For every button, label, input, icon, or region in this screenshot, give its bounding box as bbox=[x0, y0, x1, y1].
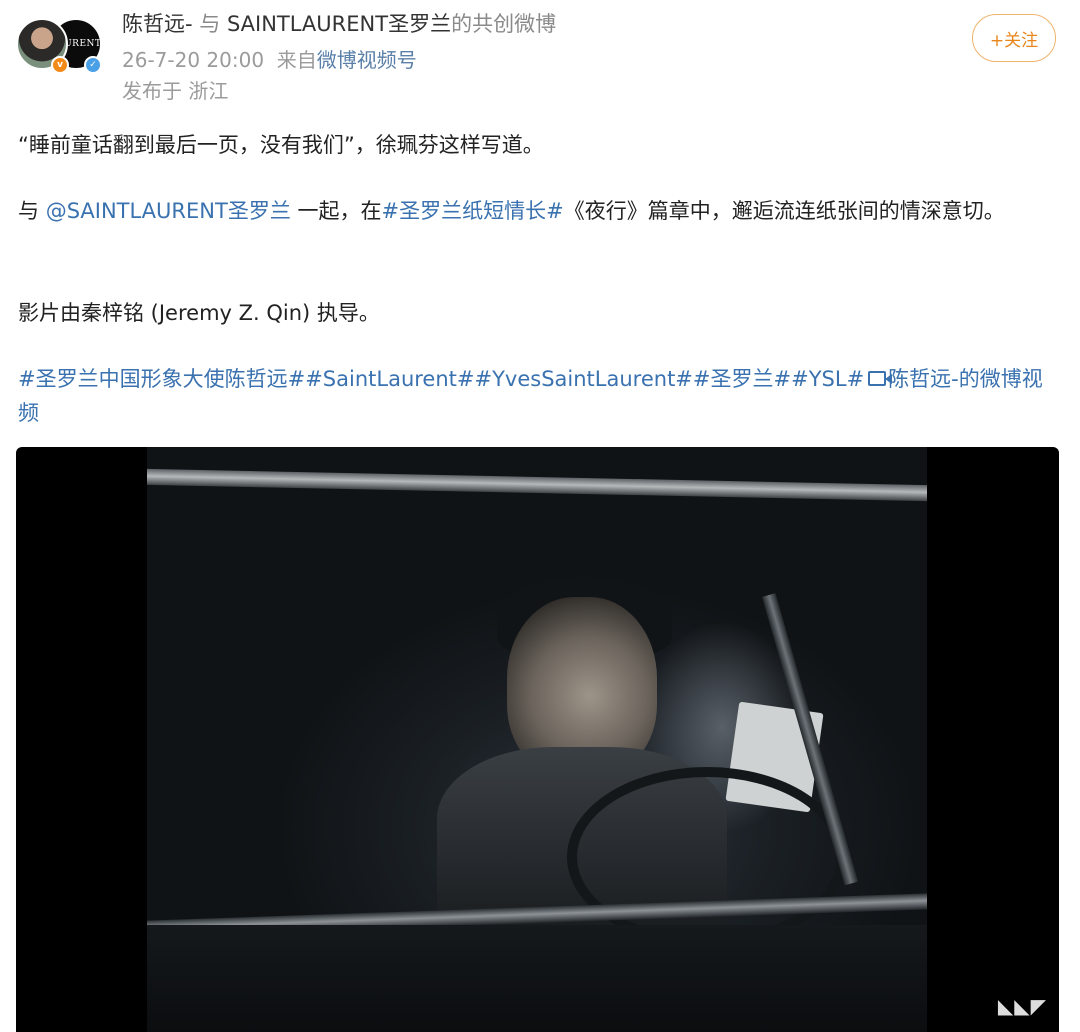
co-suffix: 的共创微博 bbox=[451, 12, 557, 36]
car-roof-trim bbox=[147, 468, 927, 502]
post-paragraph-4: #圣罗兰中国形象大使陈哲远##SaintLaurent##YvesSaintLa… bbox=[18, 362, 1062, 430]
hashtag-link[interactable]: #圣罗兰# bbox=[693, 367, 791, 391]
post-timestamp[interactable]: 26-7-20 20:00 bbox=[122, 48, 264, 72]
video-frame bbox=[147, 447, 927, 1032]
video-player[interactable]: ◣◣◤ bbox=[16, 447, 1059, 1032]
post-paragraph-3: 影片由秦梓铭 (Jeremy Z. Qin) 执导。 bbox=[18, 301, 380, 325]
p2-suffix: 《夜行》篇章中，邂逅流连纸张间的情深意切。 bbox=[563, 199, 1005, 223]
hashtag-link[interactable]: #圣罗兰纸短情长# bbox=[382, 199, 564, 223]
verified-badge-icon: v bbox=[51, 56, 69, 74]
verified-badge-icon: ✓ bbox=[84, 56, 102, 74]
co-author-name[interactable]: SAINTLAURENT圣罗兰 bbox=[227, 12, 451, 36]
post-header: LAURENT v ✓ 陈哲远- 与 SAINTLAURENT圣罗兰的共创微博 … bbox=[0, 0, 1080, 120]
post-meta: 26-7-20 20:00 来自微博视频号 bbox=[122, 46, 417, 74]
p2-mid: 一起，在 bbox=[290, 199, 382, 223]
post-paragraph-2: 与 @SAINTLAURENT圣罗兰 一起，在#圣罗兰纸短情长#《夜行》篇章中，… bbox=[18, 194, 1005, 228]
watermark-icon: ◣◣◤ bbox=[997, 994, 1047, 1018]
post-paragraph-1: “睡前童话翻到最后一页，没有我们”，徐珮芬这样写道。 bbox=[18, 133, 544, 157]
co-author-brand-cn: 圣罗兰 bbox=[388, 12, 452, 36]
post-location: 发布于 浙江 bbox=[122, 79, 229, 103]
hashtag-link[interactable]: #YvesSaintLaurent# bbox=[475, 367, 693, 391]
hashtag-link[interactable]: #YSL# bbox=[791, 367, 864, 391]
co-prefix: 与 bbox=[192, 12, 227, 36]
hashtag-link[interactable]: #SaintLaurent# bbox=[305, 367, 474, 391]
p2-prefix: 与 bbox=[18, 199, 46, 223]
video-camera-icon bbox=[868, 371, 893, 386]
author-line: 陈哲远- 与 SAINTLAURENT圣罗兰的共创微博 bbox=[122, 10, 556, 38]
author-name[interactable]: 陈哲远- bbox=[122, 12, 193, 36]
mention-link[interactable]: @SAINTLAURENT圣罗兰 bbox=[46, 199, 291, 223]
follow-button[interactable]: +关注 bbox=[972, 14, 1056, 62]
hashtag-link[interactable]: #圣罗兰中国形象大使陈哲远# bbox=[18, 367, 305, 391]
car-door bbox=[147, 925, 927, 1032]
post-source[interactable]: 微博视频号 bbox=[317, 48, 417, 72]
co-author-brand: SAINTLAURENT bbox=[226, 12, 389, 36]
source-prefix: 来自 bbox=[276, 48, 317, 72]
